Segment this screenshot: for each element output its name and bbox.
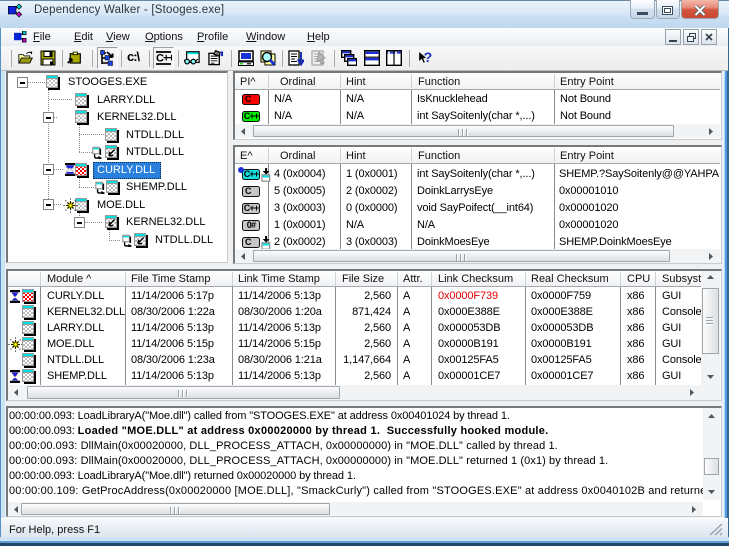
svg-text:?: ? [424,50,433,65]
svg-text:C++: C++ [156,53,172,65]
